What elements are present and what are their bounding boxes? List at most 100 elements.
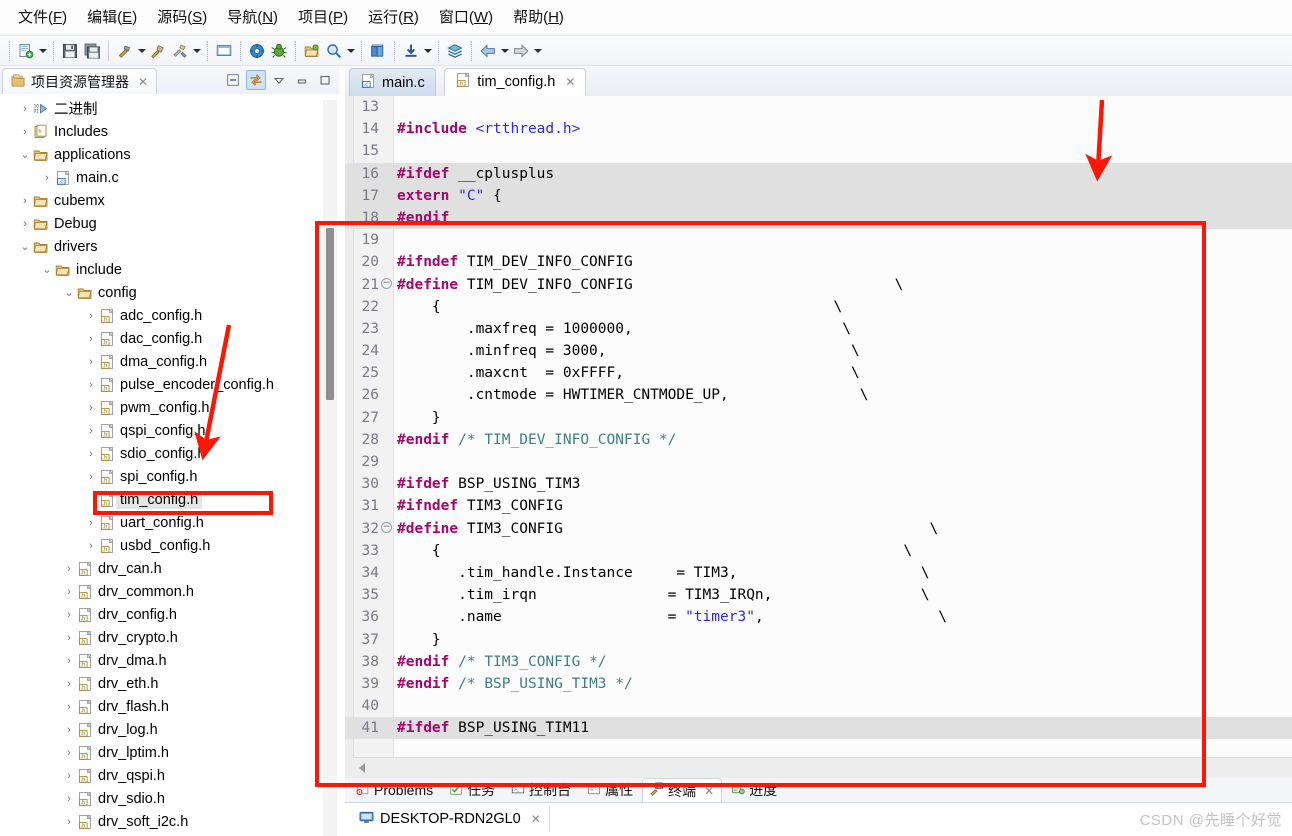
open-perspective-button[interactable]	[213, 40, 235, 62]
code-line[interactable]: 23 .maxfreq = 1000000, \	[345, 318, 1292, 340]
bottom-tab-panel-2[interactable]: 任务	[442, 778, 502, 802]
code-line[interactable]: 36 .name = "timer3", \	[345, 606, 1292, 628]
tree-item-drv_config-h[interactable]: › .h drv_config.h	[0, 603, 339, 626]
bottom-tab-panel-3[interactable]: >_ 控制台	[504, 778, 578, 802]
tree-item-cubemx[interactable]: › cubemx	[0, 189, 339, 212]
code-line[interactable]: 31 #ifndef TIM3_CONFIG	[345, 495, 1292, 517]
code-line[interactable]: 22 { \	[345, 296, 1292, 318]
code-line[interactable]: 27 }	[345, 407, 1292, 429]
code-line[interactable]: 28 #endif /* TIM_DEV_INFO_CONFIG */	[345, 429, 1292, 451]
project-tree[interactable]: › 10 01 二进制 › h Includes ⌄ applications › .c main.c…	[0, 94, 339, 836]
tree-item-drv_qspi-h[interactable]: › .h drv_qspi.h	[0, 764, 339, 787]
chevron-right-icon[interactable]: ›	[62, 586, 76, 598]
tree-item-drv_log-h[interactable]: › .h drv_log.h	[0, 718, 339, 741]
tree-item-pulse_encoder_config-h[interactable]: › .h pulse_encoder_config.h	[0, 373, 339, 396]
chevron-down-icon[interactable]: ⌄	[18, 240, 32, 253]
back-arrow-button[interactable]	[477, 40, 499, 62]
chevron-right-icon[interactable]: ›	[84, 402, 98, 414]
code-line[interactable]: 21− #define TIM_DEV_INFO_CONFIG \	[345, 274, 1292, 296]
tree-item-include[interactable]: ⌄ include	[0, 258, 339, 281]
chevron-right-icon[interactable]: ›	[62, 563, 76, 575]
chevron-right-icon[interactable]: ›	[84, 540, 98, 552]
close-icon[interactable]: ✕	[138, 75, 148, 89]
code-line[interactable]: 35 .tim_irqn = TIM3_IRQn, \	[345, 584, 1292, 606]
link-with-editor-icon[interactable]	[246, 70, 266, 90]
build-settings-button[interactable]	[169, 40, 191, 62]
chevron-right-icon[interactable]: ›	[18, 103, 32, 115]
tree-item-dma_config-h[interactable]: › .h dma_config.h	[0, 350, 339, 373]
build-hammer-button[interactable]	[114, 40, 136, 62]
code-editor[interactable]: 13 14 #include <rtthread.h> 15 16 #ifdef __cp…	[345, 96, 1292, 778]
chevron-right-icon[interactable]: ›	[62, 816, 76, 828]
menu-item-3[interactable]: 源码(S)	[147, 5, 217, 31]
tree-item-qspi_config-h[interactable]: › .h qspi_config.h	[0, 419, 339, 442]
menu-item-6[interactable]: 运行(R)	[358, 5, 429, 31]
tree-item-uart_config-h[interactable]: › .h uart_config.h	[0, 511, 339, 534]
tree-item-drv_soft_i2c-h[interactable]: › .h drv_soft_i2c.h	[0, 810, 339, 833]
forward-arrow-button[interactable]	[510, 40, 532, 62]
menu-item-2[interactable]: 编辑(E)	[77, 5, 147, 31]
tree-item-drv_flash-h[interactable]: › .h drv_flash.h	[0, 695, 339, 718]
code-line[interactable]: 38 #endif /* TIM3_CONFIG */	[345, 651, 1292, 673]
menu-item-7[interactable]: 窗口(W)	[429, 5, 503, 31]
tree-item-applications[interactable]: ⌄ applications	[0, 143, 339, 166]
chevron-right-icon[interactable]: ›	[62, 701, 76, 713]
chevron-right-icon[interactable]: ›	[62, 747, 76, 759]
chevron-down-icon[interactable]: ⌄	[18, 148, 32, 161]
menu-item-8[interactable]: 帮助(H)	[503, 5, 574, 31]
close-icon[interactable]: ✕	[704, 784, 714, 798]
code-line[interactable]: 37 }	[345, 629, 1292, 651]
chevron-right-icon[interactable]: ›	[18, 195, 32, 207]
code-line[interactable]: 13	[345, 96, 1292, 118]
editor-tab-tim_config-h[interactable]: .h tim_config.h ✕	[444, 68, 587, 96]
tree-item-usbd_config-h[interactable]: › .h usbd_config.h	[0, 534, 339, 557]
chevron-right-icon[interactable]: ›	[62, 770, 76, 782]
menu-item-4[interactable]: 导航(N)	[217, 5, 288, 31]
tree-item-drv_common-h[interactable]: › .h drv_common.h	[0, 580, 339, 603]
chevron-right-icon[interactable]: ›	[84, 448, 98, 460]
code-line[interactable]: 29	[345, 451, 1292, 473]
chevron-down-icon[interactable]	[532, 40, 543, 62]
code-content[interactable]: 13 14 #include <rtthread.h> 15 16 #ifdef __cp…	[345, 96, 1292, 754]
clean-button[interactable]	[147, 40, 169, 62]
code-line[interactable]: 19	[345, 229, 1292, 251]
code-line[interactable]: 25 .maxcnt = 0xFFFF, \	[345, 362, 1292, 384]
editor-tab-main-c[interactable]: .c main.c	[349, 68, 436, 96]
chevron-right-icon[interactable]: ›	[62, 632, 76, 644]
code-line[interactable]: 30 #ifdef BSP_USING_TIM3	[345, 473, 1292, 495]
tree-item-drv_eth-h[interactable]: › .h drv_eth.h	[0, 672, 339, 695]
chevron-right-icon[interactable]: ›	[84, 471, 98, 483]
code-line[interactable]: 40	[345, 695, 1292, 717]
run-button[interactable]	[246, 40, 268, 62]
code-line[interactable]: 15	[345, 140, 1292, 162]
chevron-down-icon[interactable]	[499, 40, 510, 62]
tree-item-drv_crypto-h[interactable]: › .h drv_crypto.h	[0, 626, 339, 649]
editor-horizontal-scrollbar[interactable]	[353, 757, 1292, 778]
tree-item-drv_dma-h[interactable]: › .h drv_dma.h	[0, 649, 339, 672]
open-resource-button[interactable]	[301, 40, 323, 62]
chevron-down-icon[interactable]	[422, 40, 433, 62]
download-button[interactable]	[400, 40, 422, 62]
tree-item-main-c[interactable]: › .c main.c	[0, 166, 339, 189]
tree-item-adc_config-h[interactable]: › .h adc_config.h	[0, 304, 339, 327]
new-button[interactable]	[15, 40, 37, 62]
debug-bug-button[interactable]	[268, 40, 290, 62]
fold-collapse-icon[interactable]: −	[381, 277, 392, 289]
code-line[interactable]: 41 #ifdef BSP_USING_TIM11	[345, 717, 1292, 740]
tree-item-Debug[interactable]: › Debug	[0, 212, 339, 235]
save-button[interactable]	[59, 40, 81, 62]
search-button[interactable]	[323, 40, 345, 62]
scroll-left-icon[interactable]	[353, 759, 371, 777]
code-line[interactable]: 16 #ifdef __cplusplus	[345, 162, 1292, 185]
chevron-right-icon[interactable]: ›	[62, 793, 76, 805]
code-line[interactable]: 20 #ifndef TIM_DEV_INFO_CONFIG	[345, 251, 1292, 273]
chevron-down-icon[interactable]: ⌄	[62, 286, 76, 299]
terminal-session-tab[interactable]: DESKTOP-RDN2GL0 ✕	[351, 806, 550, 832]
chevron-down-icon[interactable]	[37, 40, 48, 62]
menu-item-5[interactable]: 项目(P)	[288, 5, 358, 31]
view-menu-icon[interactable]	[269, 70, 289, 90]
code-line[interactable]: 18 #endif	[345, 206, 1292, 230]
save-all-button[interactable]	[81, 40, 103, 62]
code-line[interactable]: 39 #endif /* BSP_USING_TIM3 */	[345, 673, 1292, 695]
sidebar-scrollbar-thumb[interactable]	[326, 228, 334, 400]
